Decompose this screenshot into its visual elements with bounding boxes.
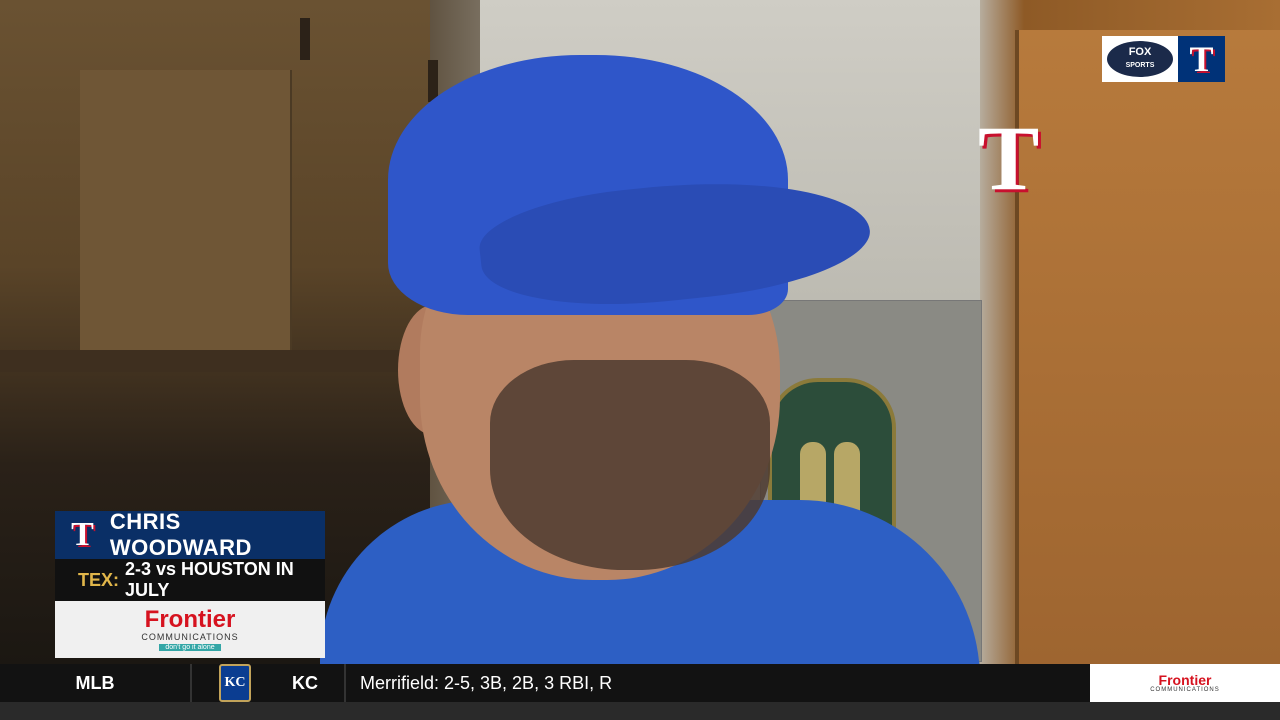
locker-door	[80, 70, 292, 350]
stat-text: 2-3 vs HOUSTON IN JULY	[125, 559, 294, 600]
rangers-logo: T	[1178, 36, 1225, 82]
frontier-logo: Frontier	[144, 606, 236, 633]
lower-third: T CHRIS WOODWARD TEX: 2-3 vs HOUSTON IN …	[55, 509, 325, 658]
ticker-text: Merrifield: 2-5, 3B, 2B, 3 RBI, R	[360, 672, 613, 693]
locker-shelf	[0, 350, 420, 372]
frontier-subtitle: COMMUNICATIONS	[1150, 687, 1220, 693]
ticker-team: KC	[266, 664, 346, 702]
ticker-league: MLB	[0, 664, 192, 702]
fox-logo-text: FOX	[1128, 46, 1152, 58]
ticker-sponsor: Frontier COMMUNICATIONS	[1090, 664, 1280, 702]
frontier-subtitle: COMMUNICATIONS	[141, 632, 239, 642]
score-ticker: MLB KC KC Merrifield: 2-5, 3B, 2B, 3 RBI…	[0, 664, 1280, 702]
network-bug: FOX SPORTS T	[1102, 36, 1225, 82]
fox-sports-logo: FOX SPORTS	[1102, 36, 1178, 82]
sports-logo-text: SPORTS	[1125, 62, 1155, 69]
stat-bar: TEX: 2-3 vs HOUSTON IN JULY	[55, 559, 325, 601]
locker-vent	[300, 18, 310, 60]
name-bar: T CHRIS WOODWARD	[55, 509, 325, 560]
royals-logo-icon: KC	[219, 664, 251, 702]
cap-logo: T	[978, 107, 1040, 209]
rangers-logo: T	[71, 516, 94, 553]
stat-team: TEX:	[78, 569, 120, 590]
frontier-logo: Frontier	[1158, 672, 1212, 688]
speaker-name: CHRIS WOODWARD	[109, 509, 252, 560]
wooden-door	[1015, 30, 1280, 664]
person-beard	[490, 360, 770, 570]
frontier-tagline: don't go it alone	[159, 644, 221, 651]
sponsor-panel: Frontier COMMUNICATIONS don't go it alon…	[55, 601, 325, 658]
bottom-strip	[0, 702, 1280, 720]
